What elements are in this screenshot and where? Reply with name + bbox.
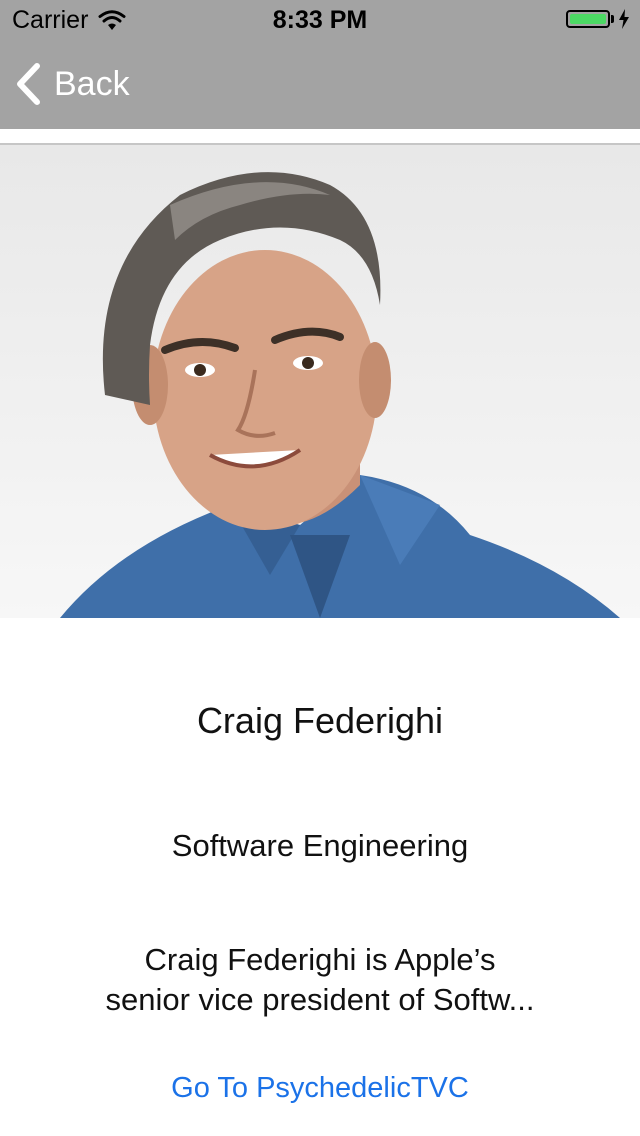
back-button[interactable]: Back xyxy=(14,60,130,108)
battery-level-fill xyxy=(570,14,606,24)
header-separator xyxy=(0,129,640,145)
status-bar: Carrier 8:33 PM xyxy=(0,0,640,40)
navigation-bar: Back xyxy=(0,40,640,129)
bio-line-2: senior vice president of Softw... xyxy=(105,982,535,1017)
charging-bolt-icon xyxy=(619,9,629,29)
bio-text: Craig Federighi is Apple’s senior vice p… xyxy=(70,940,570,1020)
person-name: Craig Federighi xyxy=(196,700,444,741)
portrait-photo-icon xyxy=(60,172,620,618)
go-to-psychedelic-button[interactable]: Go To PsychedelicTVC xyxy=(0,1072,640,1105)
bio-line-1: Craig Federighi is Apple’s xyxy=(144,942,496,977)
battery-group xyxy=(566,9,630,29)
battery-icon xyxy=(566,10,610,28)
back-label: Back xyxy=(54,64,130,103)
profile-photo xyxy=(0,145,640,618)
battery-cap xyxy=(611,15,614,23)
status-time: 8:33 PM xyxy=(272,6,368,34)
chevron-left-icon xyxy=(17,63,40,105)
department-label: Software Engineering xyxy=(171,828,469,863)
